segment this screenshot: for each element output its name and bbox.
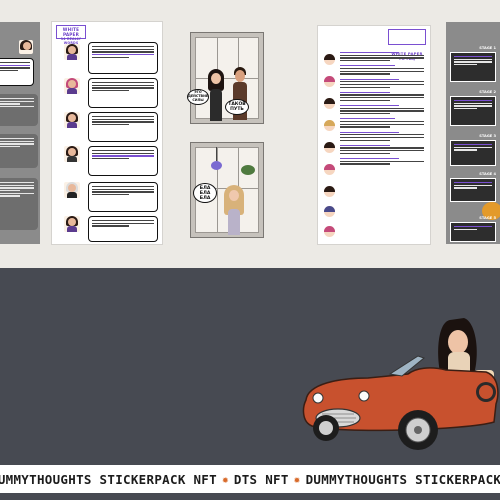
text-card [0,94,38,126]
stage-card-2 [450,96,496,126]
faq-avatar [324,164,335,175]
white-paper-title: WHITE PAPER [62,27,80,37]
lamp-shade [211,161,222,170]
hanging-plant [241,165,255,175]
ticker-item: DTS NFT [233,471,289,487]
faq-avatar [324,142,335,153]
faq-text-column [340,52,424,166]
text-card [88,112,158,142]
white-paper-document: WHITE PAPER 14 REALLY WORDS [52,22,162,244]
marquee-ticker: OUMMYTHOUGHTS STICKERPACK NFT ✹ DTS NFT … [0,465,500,493]
car-illustration [302,318,499,450]
faq-avatar [324,120,335,131]
faq-header: WHITE PAPER TO FAQ [388,29,426,61]
character-thumbnail [64,146,80,162]
hanging-lamp [216,147,217,161]
left-gray-panel [0,22,40,244]
character-girl [207,69,225,121]
stage-card-3 [450,140,496,166]
stage-label-3: STAGE 3 [479,134,496,138]
character-thumbnail [64,112,80,128]
moodboard-canvas: WHITE PAPER 14 REALLY WORDS ЭТО ДЕЙСТВИЕ… [0,0,500,268]
text-card [88,42,158,74]
speech-bubble-right: ТАКОВ ПУТЬ [225,99,249,115]
faq-avatar [324,76,335,87]
text-card [0,134,38,168]
faq-avatar [324,226,335,237]
faq-avatar [324,206,335,217]
roadmap-panel: STAGE 1 STAGE 2 STAGE 3 STAGE 4 STAGE 5 [446,22,500,244]
stage-label-4: STAGE 4 [479,172,496,176]
stage-card-5 [450,222,496,242]
stage-label-1: STAGE 1 [479,46,496,50]
ticker-item: DUMMYTHOUGHTS STICKERPACK NFT [305,471,500,487]
faq-avatar [324,186,335,197]
stage-label-5: STAGE 5 [479,216,496,220]
room-scene-1: ЭТО ДЕЙСТВИЕ СИЛЫ ТАКОВ ПУТЬ [187,32,264,124]
faq-avatar [324,54,335,65]
stage-label-2: STAGE 2 [479,90,496,94]
text-card [88,216,158,242]
text-card [0,58,34,86]
speech-bubble-left: ЭТО ДЕЙСТВИЕ СИЛЫ [187,89,209,105]
character-thumbnail [64,44,80,60]
character-blonde [223,185,245,237]
star-icon: ✹ [221,472,229,486]
text-card [0,178,38,230]
character-thumbnail [64,216,80,232]
character-thumbnail [19,40,33,54]
text-card [88,78,158,108]
character-thumbnail [64,78,80,94]
room-scene-2: БЛА БЛА БЛА [190,142,264,238]
faq-document: WHITE PAPER TO FAQ [318,26,430,244]
ticker-item-prefix: OUMMYTHOUGHTS STICKERPACK NFT [0,471,217,487]
speech-bubble: БЛА БЛА БЛА [193,183,217,203]
text-card [88,146,158,176]
character-thumbnail [64,182,80,198]
text-card [88,182,158,212]
white-paper-header: WHITE PAPER 14 REALLY WORDS [56,25,86,45]
faq-avatar [324,98,335,109]
stage-card-4 [450,178,496,202]
stage-card-1 [450,52,496,82]
star-icon: ✹ [293,472,301,486]
